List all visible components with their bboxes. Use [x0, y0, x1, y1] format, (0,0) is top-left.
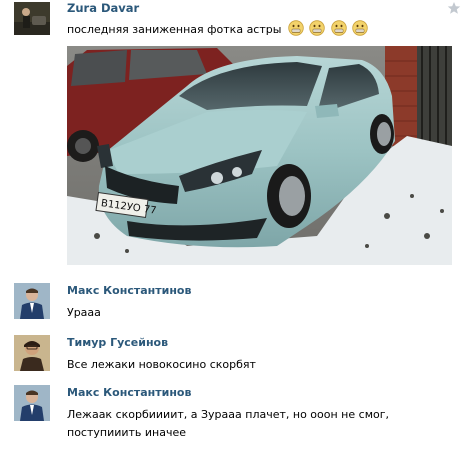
avatar[interactable] — [14, 283, 50, 319]
smiles-row — [288, 20, 371, 39]
post-author-link[interactable]: Zura Davar — [67, 1, 139, 15]
post-photo[interactable]: В112УО 77 — [67, 46, 452, 265]
post-text-content: последняя заниженная фотка астры — [67, 23, 282, 36]
grimace-smile-icon — [331, 20, 347, 36]
avatar[interactable] — [14, 2, 50, 35]
star-icon[interactable] — [447, 1, 461, 15]
comment-text: Урааа — [67, 306, 101, 319]
comment-author-link[interactable]: Макс Константинов — [67, 386, 191, 399]
wall-post: Zura Davar последняя заниженная фотка ас… — [0, 0, 467, 272]
comment-text: Лежаак скорбиииит, а Зурааа плачет, но о… — [67, 408, 389, 439]
avatar[interactable] — [14, 385, 50, 421]
avatar[interactable] — [14, 335, 50, 371]
comment-text: Все лежаки новокосино скорбят — [67, 358, 256, 371]
comment-author-link[interactable]: Макс Константинов — [67, 284, 191, 297]
comment-author-link[interactable]: Тимур Гусейнов — [67, 336, 168, 349]
post-text: последняя заниженная фотка астры — [67, 20, 370, 39]
grimace-smile-icon — [288, 20, 304, 36]
grimace-smile-icon — [352, 20, 369, 36]
grimace-smile-icon — [309, 20, 326, 36]
